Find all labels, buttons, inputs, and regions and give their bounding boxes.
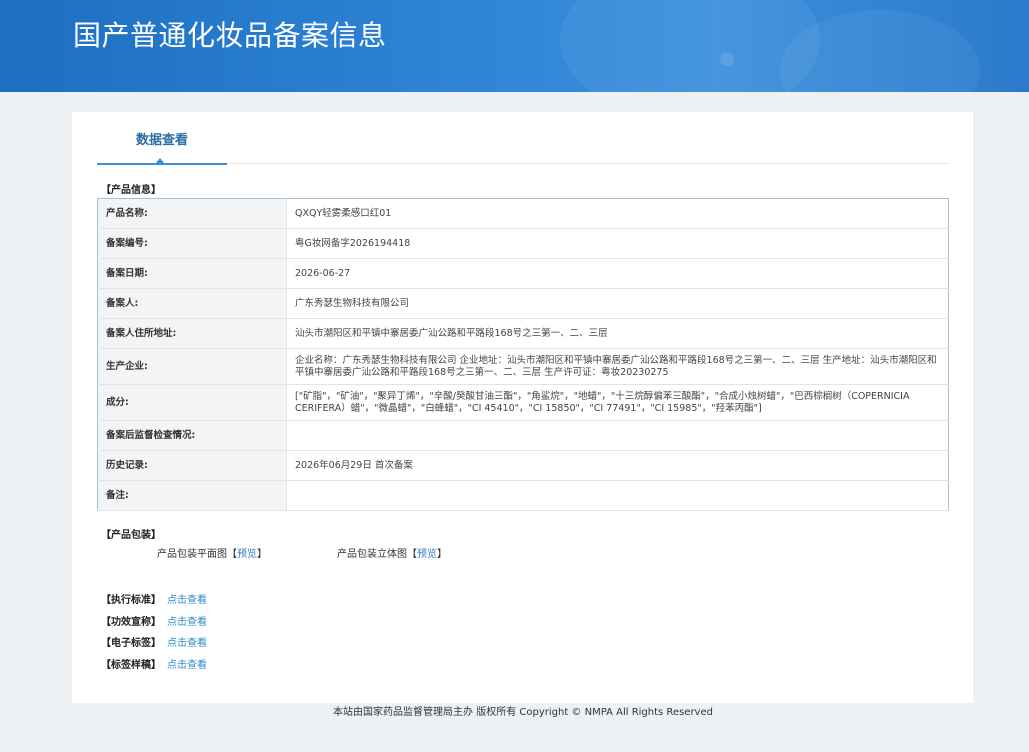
table-row: 备案编号: 粤G妆网备字2026194418	[97, 228, 949, 259]
packaging-3d-label: 产品包装立体图	[337, 549, 407, 560]
table-row: 产品名称: QXQY轻雾柔感口红01	[97, 198, 949, 229]
row-value	[286, 480, 949, 511]
table-row: 备案人住所地址: 汕头市潮阳区和平镇中寨居委广汕公路和平路段168号之三第一、二…	[97, 318, 949, 349]
table-row: 历史记录: 2026年06月29日 首次备案	[97, 450, 949, 481]
tab-bar: 数据查看	[97, 127, 949, 165]
extra-label: 【执行标准】	[101, 595, 161, 606]
row-value: QXQY轻雾柔感口红01	[286, 198, 949, 229]
product-info-section-label: 【产品信息】	[101, 185, 161, 196]
page-title: 国产普通化妆品备案信息	[73, 19, 387, 52]
row-value	[286, 420, 949, 451]
row-value: ["矿脂"，"矿油"，"聚异丁烯"，"辛酸/癸酸甘油三酯"，"角鲨烷"，"地蜡"…	[286, 384, 949, 421]
bracket-close: 】	[437, 549, 447, 560]
header-banner: 国产普通化妆品备案信息	[0, 0, 1029, 92]
footer-copyright: 本站由国家药品监督管理局主办 版权所有 Copyright © NMPA All…	[333, 707, 713, 718]
view-e-label-link[interactable]: 点击查看	[167, 638, 207, 649]
row-value: 广东秀瑟生物科技有限公司	[286, 288, 949, 319]
extra-item-label-sample: 【标签样稿】 点击查看	[101, 659, 207, 673]
row-key: 产品名称:	[97, 198, 287, 229]
flat-preview-link[interactable]: 预览	[237, 549, 257, 560]
extra-item-e-label: 【电子标签】 点击查看	[101, 637, 207, 651]
view-label-sample-link[interactable]: 点击查看	[167, 660, 207, 671]
content-card: 数据查看 【产品信息】 产品名称: QXQY轻雾柔感口红01 备案编号: 粤G妆…	[72, 112, 973, 703]
row-key: 备案编号:	[97, 228, 287, 259]
table-row: 备案人: 广东秀瑟生物科技有限公司	[97, 288, 949, 319]
row-key: 成分:	[97, 384, 287, 421]
row-key: 备案人:	[97, 288, 287, 319]
packaging-section-label: 【产品包装】	[101, 530, 161, 541]
extra-item-efficacy: 【功效宣称】 点击查看	[101, 616, 207, 630]
table-row: 备案日期: 2026-06-27	[97, 258, 949, 289]
packaging-3d-item: 产品包装立体图【预览】	[337, 548, 447, 562]
table-row: 成分: ["矿脂"，"矿油"，"聚异丁烯"，"辛酸/癸酸甘油三酯"，"角鲨烷"，…	[97, 384, 949, 421]
row-key: 备案人住所地址:	[97, 318, 287, 349]
row-key: 备案后监督检查情况:	[97, 420, 287, 451]
row-key: 生产企业:	[97, 348, 287, 385]
tab-active-caret-icon	[155, 158, 165, 164]
view-efficacy-link[interactable]: 点击查看	[167, 617, 207, 628]
tab-data-view[interactable]: 数据查看	[97, 127, 227, 165]
row-value: 粤G妆网备字2026194418	[286, 228, 949, 259]
product-info-table: 产品名称: QXQY轻雾柔感口红01 备案编号: 粤G妆网备字202619441…	[97, 198, 949, 511]
banner-decoration	[720, 52, 734, 66]
table-row: 备注:	[97, 480, 949, 511]
row-key: 备注:	[97, 480, 287, 511]
extra-label: 【功效宣称】	[101, 617, 161, 628]
extra-label: 【标签样稿】	[101, 660, 161, 671]
extra-label: 【电子标签】	[101, 638, 161, 649]
bracket-open: 【	[227, 549, 237, 560]
extra-item-standard: 【执行标准】 点击查看	[101, 594, 207, 608]
tab-label: 数据查看	[135, 133, 188, 148]
row-value: 汕头市潮阳区和平镇中寨居委广汕公路和平路段168号之三第一、二、三层	[286, 318, 949, 349]
row-value: 2026-06-27	[286, 258, 949, 289]
table-row: 备案后监督检查情况:	[97, 420, 949, 451]
bracket-open: 【	[407, 549, 417, 560]
packaging-flat-label: 产品包装平面图	[157, 549, 227, 560]
row-value: 企业名称：广东秀瑟生物科技有限公司 企业地址：汕头市潮阳区和平镇中寨居委广汕公路…	[286, 348, 949, 385]
row-key: 备案日期:	[97, 258, 287, 289]
row-value: 2026年06月29日 首次备案	[286, 450, 949, 481]
view-standard-link[interactable]: 点击查看	[167, 595, 207, 606]
row-key: 历史记录:	[97, 450, 287, 481]
packaging-flat-item: 产品包装平面图【预览】	[157, 548, 267, 562]
table-row: 生产企业: 企业名称：广东秀瑟生物科技有限公司 企业地址：汕头市潮阳区和平镇中寨…	[97, 348, 949, 385]
bracket-close: 】	[257, 549, 267, 560]
3d-preview-link[interactable]: 预览	[417, 549, 437, 560]
